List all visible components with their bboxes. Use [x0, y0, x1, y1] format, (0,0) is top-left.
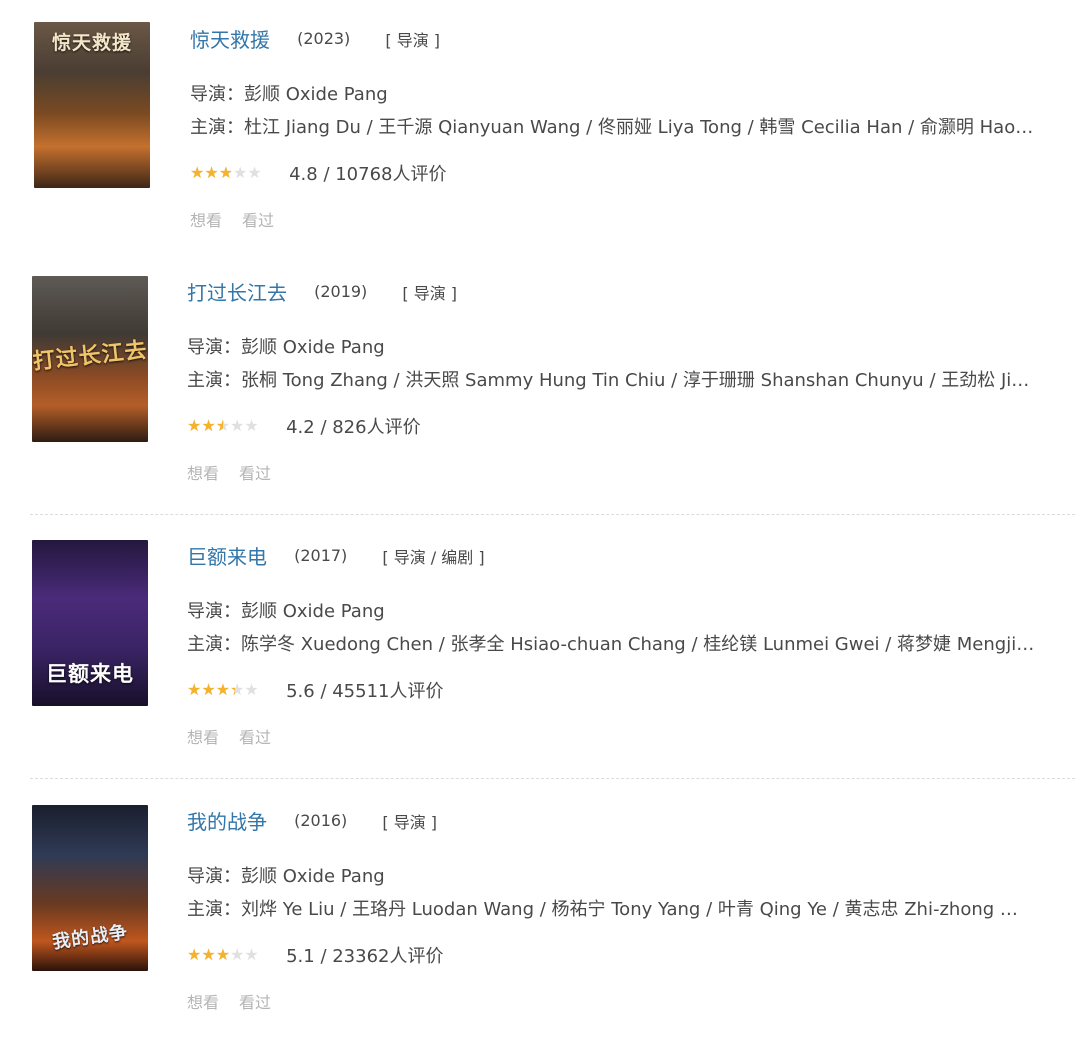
director-line: 导演：彭顺 Oxide Pang — [187, 862, 385, 888]
rating-row: ★★★★★ ★★★★★ 5.1 / 23362人评价 — [187, 942, 444, 967]
director-value: 彭顺 Oxide Pang — [241, 866, 385, 887]
role-tag: [ 导演 ] — [382, 812, 438, 832]
director-line: 导演：彭顺 Oxide Pang — [190, 80, 388, 106]
watched-button[interactable]: 看过 — [239, 728, 271, 747]
cast-label: 主演： — [187, 899, 241, 920]
want-to-watch-button[interactable]: 想看 — [187, 728, 219, 747]
role-tag: [ 导演 ] — [385, 30, 441, 50]
watched-button[interactable]: 看过 — [239, 993, 271, 1012]
poster-title-text: 巨额来电 — [46, 661, 134, 686]
rating-row: ★★★★★ ★★★★★ 5.6 / 45511人评价 — [187, 677, 444, 702]
watched-button[interactable]: 看过 — [242, 211, 274, 230]
movie-title-link[interactable]: 我的战争 — [187, 806, 267, 835]
title-row: 打过长江去 (2019) [ 导演 ] — [187, 277, 457, 307]
title-row: 我的战争 (2016) [ 导演 ] — [187, 806, 437, 836]
rating-row: ★★★★★ ★★★★★ 4.8 / 10768人评价 — [190, 160, 447, 185]
title-row: 巨额来电 (2017) [ 导演 / 编剧 ] — [187, 541, 485, 571]
role-tag: [ 导演 / 编剧 ] — [382, 547, 485, 567]
director-value: 彭顺 Oxide Pang — [241, 601, 385, 622]
cast-value: 陈学冬 Xuedong Chen / 张孝全 Hsiao-chuan Chang… — [241, 634, 1035, 655]
cast-value: 刘烨 Ye Liu / 王珞丹 Luodan Wang / 杨祐宁 Tony Y… — [241, 899, 1018, 920]
cast-label: 主演： — [187, 370, 241, 391]
cast-line: 主演：张桐 Tong Zhang / 洪天照 Sammy Hung Tin Ch… — [187, 366, 1072, 392]
poster-title-text: 打过长江去 — [32, 337, 148, 375]
star-filled-icons: ★★★★★ — [190, 163, 232, 182]
movie-title-link[interactable]: 惊天救援 — [190, 24, 270, 53]
want-to-watch-button[interactable]: 想看 — [190, 211, 222, 230]
movie-poster[interactable]: 打过长江去 — [32, 276, 148, 442]
star-rating: ★★★★★ ★★★★★ — [187, 945, 273, 965]
cast-line: 主演：刘烨 Ye Liu / 王珞丹 Luodan Wang / 杨祐宁 Ton… — [187, 895, 1072, 921]
director-line: 导演：彭顺 Oxide Pang — [187, 597, 385, 623]
cast-label: 主演： — [190, 117, 244, 138]
director-value: 彭顺 Oxide Pang — [241, 337, 385, 358]
star-rating: ★★★★★ ★★★★★ — [187, 680, 273, 700]
movie-year: (2017) — [294, 546, 348, 565]
poster-title-text: 惊天救援 — [51, 32, 132, 54]
rating-text: 5.6 / 45511人评价 — [286, 681, 444, 702]
poster-title-text: 我的战争 — [51, 921, 130, 954]
star-filled-icons: ★★★★★ — [187, 680, 235, 699]
star-filled-icons: ★★★★★ — [187, 945, 231, 964]
movie-year: (2016) — [294, 811, 348, 830]
star-filled-icons: ★★★★★ — [187, 416, 224, 435]
rating-text: 5.1 / 23362人评价 — [286, 946, 444, 967]
actions: 想看 看过 — [190, 207, 294, 231]
movie-title-link[interactable]: 打过长江去 — [187, 277, 287, 306]
rating-text: 4.8 / 10768人评价 — [289, 164, 447, 185]
movie-item: 我的战争 我的战争 (2016) [ 导演 ] 导演：彭顺 Oxide Pang… — [0, 782, 1080, 1044]
watched-button[interactable]: 看过 — [239, 464, 271, 483]
cast-line: 主演：陈学冬 Xuedong Chen / 张孝全 Hsiao-chuan Ch… — [187, 630, 1072, 656]
item-divider — [30, 514, 1075, 515]
want-to-watch-button[interactable]: 想看 — [187, 464, 219, 483]
role-tag: [ 导演 ] — [402, 283, 458, 303]
cast-value: 杜江 Jiang Du / 王千源 Qianyuan Wang / 佟丽娅 Li… — [244, 117, 1034, 138]
movie-title-link[interactable]: 巨额来电 — [187, 541, 267, 570]
star-rating: ★★★★★ ★★★★★ — [190, 163, 276, 183]
director-value: 彭顺 Oxide Pang — [244, 84, 388, 105]
star-rating: ★★★★★ ★★★★★ — [187, 416, 273, 436]
actions: 想看 看过 — [187, 724, 291, 748]
item-divider — [30, 778, 1075, 779]
movie-item: 打过长江去 打过长江去 (2019) [ 导演 ] 导演：彭顺 Oxide Pa… — [0, 253, 1080, 515]
movie-poster[interactable]: 我的战争 — [32, 805, 148, 971]
movie-poster[interactable]: 巨额来电 — [32, 540, 148, 706]
rating-text: 4.2 / 826人评价 — [286, 417, 421, 438]
want-to-watch-button[interactable]: 想看 — [187, 993, 219, 1012]
cast-line: 主演：杜江 Jiang Du / 王千源 Qianyuan Wang / 佟丽娅… — [190, 113, 1075, 139]
movie-year: (2023) — [297, 29, 351, 48]
director-label: 导演： — [187, 337, 241, 358]
rating-row: ★★★★★ ★★★★★ 4.2 / 826人评价 — [187, 413, 421, 438]
director-label: 导演： — [190, 84, 244, 105]
title-row: 惊天救援 (2023) [ 导演 ] — [190, 24, 440, 54]
cast-label: 主演： — [187, 634, 241, 655]
movie-poster[interactable]: 惊天救援 — [34, 22, 150, 188]
director-line: 导演：彭顺 Oxide Pang — [187, 333, 385, 359]
actions: 想看 看过 — [187, 989, 291, 1013]
director-label: 导演： — [187, 601, 241, 622]
actions: 想看 看过 — [187, 460, 291, 484]
movie-year: (2019) — [314, 282, 368, 301]
movie-item: 惊天救援 惊天救援 (2023) [ 导演 ] 导演：彭顺 Oxide Pang… — [0, 0, 1080, 262]
director-label: 导演： — [187, 866, 241, 887]
cast-value: 张桐 Tong Zhang / 洪天照 Sammy Hung Tin Chiu … — [241, 370, 1030, 391]
movie-item: 巨额来电 巨额来电 (2017) [ 导演 / 编剧 ] 导演：彭顺 Oxide… — [0, 517, 1080, 779]
